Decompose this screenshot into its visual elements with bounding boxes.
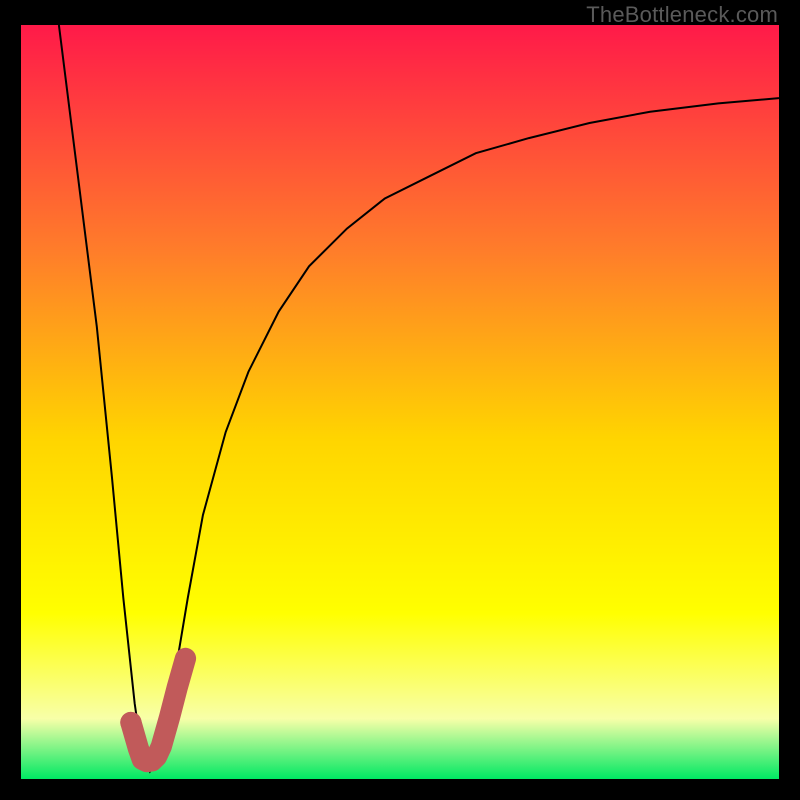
- gradient-background: [21, 25, 779, 779]
- bottleneck-chart: [21, 25, 779, 779]
- watermark-text: TheBottleneck.com: [586, 2, 778, 28]
- marker-dot: [120, 712, 141, 733]
- outer-frame: TheBottleneck.com: [0, 0, 800, 800]
